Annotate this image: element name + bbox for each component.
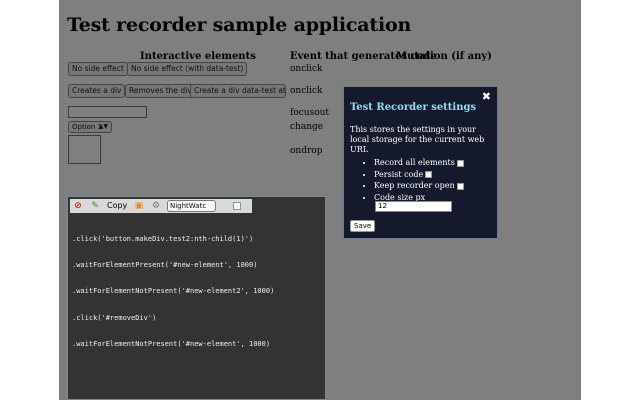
copy-button[interactable]: Copy [107, 199, 127, 213]
close-icon[interactable]: ✖ [482, 90, 491, 103]
settings-description: This stores the settings in your local s… [350, 125, 485, 154]
option-label: Keep recorder open [374, 181, 455, 190]
no-entry-icon[interactable]: ⊘ [72, 200, 84, 212]
persist-code-checkbox[interactable] [425, 171, 433, 178]
format-select-value: NightWatc [170, 202, 207, 210]
code-line: .waitForElementPresent('#new-element', 1… [72, 260, 258, 269]
gear-icon[interactable]: ⚙ [150, 200, 162, 212]
code-line: .waitForElementNotPresent('#new-element'… [72, 340, 271, 349]
record-all-checkbox[interactable] [456, 159, 464, 167]
generated-code-area[interactable]: .click('button.makeDiv.test2:nth-child(1… [72, 217, 274, 367]
recorder-checkbox[interactable] [233, 202, 241, 210]
code-line: .click('button.makeDiv.test2:nth-child(1… [72, 234, 254, 243]
settings-title: Test Recorder settings [350, 102, 477, 113]
settings-modal: ✖ Test Recorder settings This stores the… [343, 86, 498, 239]
camera-icon[interactable]: ▣ [133, 200, 145, 212]
save-button[interactable]: Save [350, 220, 376, 232]
keep-open-checkbox[interactable] [456, 182, 464, 190]
code-size-input[interactable]: 12 [375, 201, 452, 212]
option-label: Record all elements [374, 158, 455, 167]
crayon-icon[interactable]: ✎ [89, 200, 101, 212]
option-record-all: Record all elements [374, 157, 464, 169]
code-line: .click('#removeDiv') [72, 313, 157, 322]
recorder-toolbar: ⊘ ✎ Copy ▣ ⚙ NightWatc [70, 199, 252, 213]
settings-options-list: Record all elements Persist code Keep re… [364, 157, 464, 203]
code-line: .waitForElementNotPresent('#new-element2… [72, 287, 275, 296]
format-select[interactable]: NightWatc [167, 200, 216, 212]
option-label: Persist code [374, 169, 424, 179]
option-persist-code: Persist code [374, 169, 464, 181]
option-keep-open: Keep recorder open [374, 180, 464, 192]
recorder-panel: ⊘ ✎ Copy ▣ ⚙ NightWatc .click('button.ma… [67, 196, 326, 400]
